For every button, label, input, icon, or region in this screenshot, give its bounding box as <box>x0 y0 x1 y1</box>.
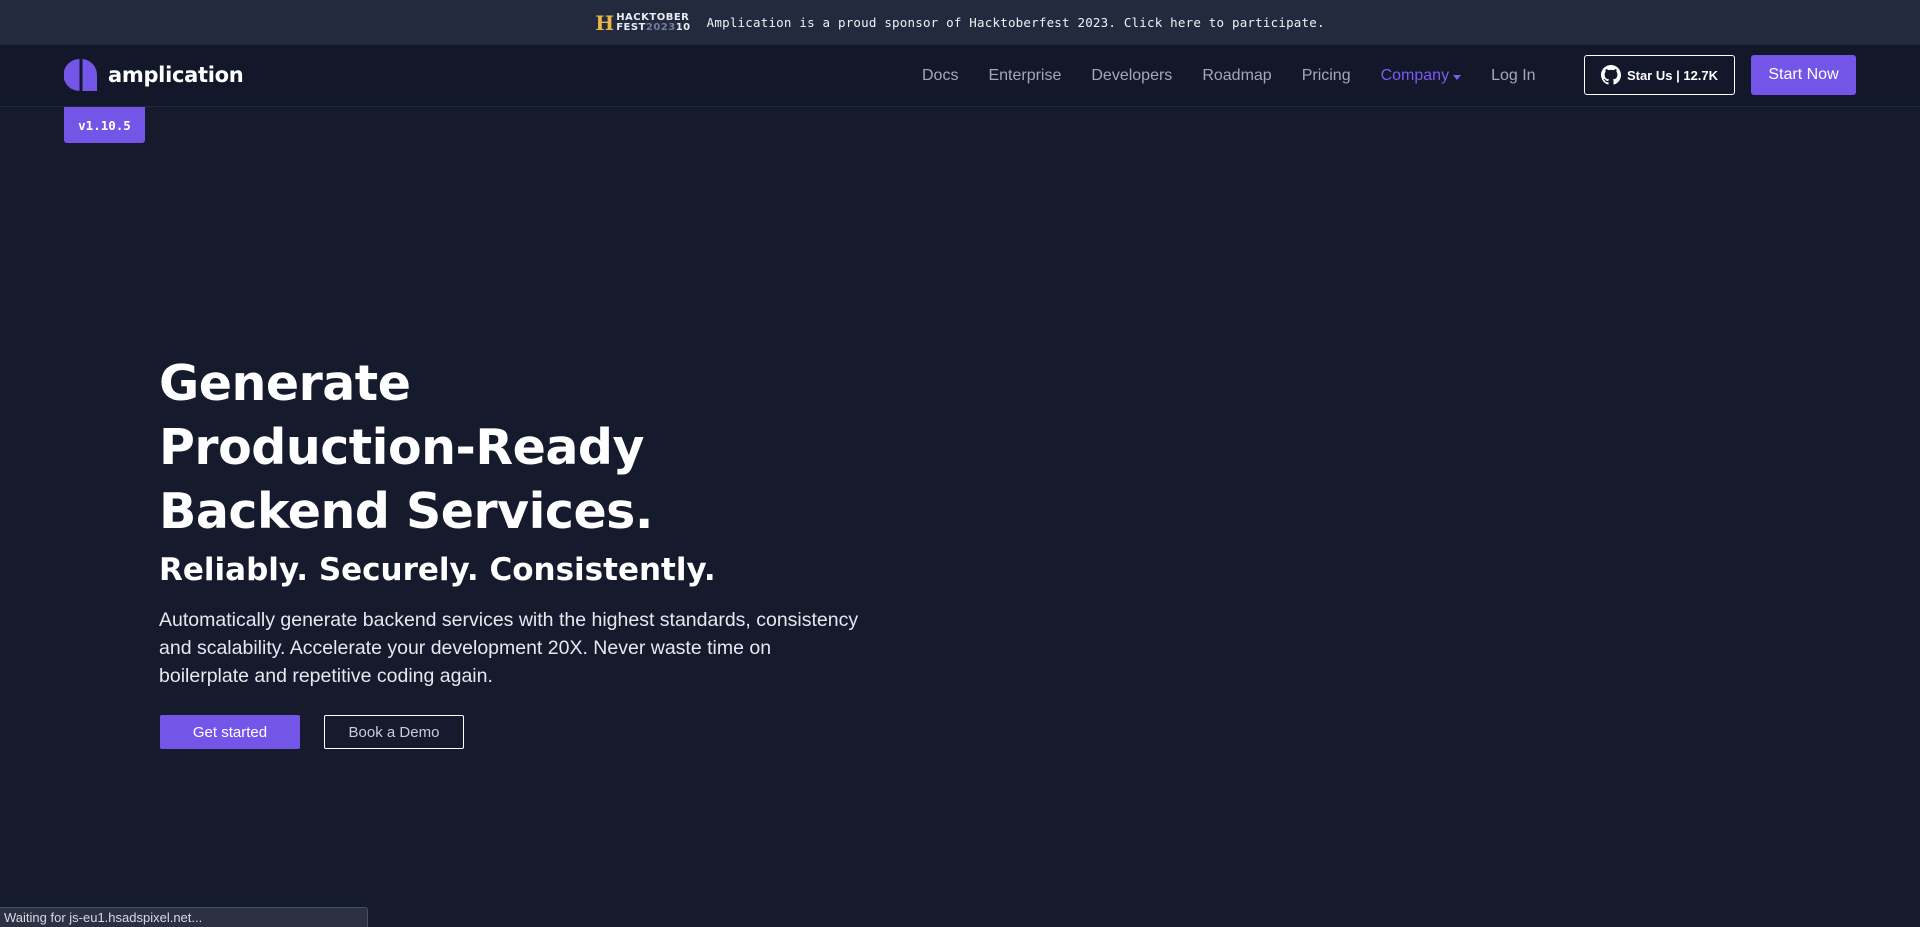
site-header: amplication Docs Enterprise Developers R… <box>0 45 1920 107</box>
brand-name: amplication <box>108 63 244 87</box>
hero-title-line: Backend Services. <box>159 483 653 540</box>
get-started-button[interactable]: Get started <box>160 715 300 749</box>
nav-company-label: Company <box>1380 67 1450 84</box>
book-demo-button[interactable]: Book a Demo <box>324 715 464 749</box>
hero-subtitle: Reliably. Securely. Consistently. <box>159 552 716 588</box>
nav-roadmap[interactable]: Roadmap <box>1202 67 1271 85</box>
github-star-button[interactable]: Star Us | 12.7K <box>1584 55 1735 95</box>
hacktoberfest-mark-icon: H <box>595 10 614 35</box>
nav-company-dropdown[interactable]: Company <box>1380 67 1462 85</box>
nav-pricing[interactable]: Pricing <box>1302 67 1351 85</box>
promo-link[interactable]: Amplication is a proud sponsor of Hackto… <box>707 15 1325 30</box>
hero-title-line: Generate <box>159 355 411 412</box>
amplication-logo-icon <box>64 59 98 91</box>
nav-log-in[interactable]: Log In <box>1491 67 1535 85</box>
hacktoberfest-logo: H HACKTOBER FEST202310 <box>595 10 691 35</box>
hero-description: Automatically generate backend services … <box>159 609 859 687</box>
hero-title-line: Production-Ready <box>159 419 644 476</box>
caret-down-icon <box>1453 74 1462 80</box>
start-now-button[interactable]: Start Now <box>1751 55 1856 95</box>
hacktoberfest-wordmark: HACKTOBER FEST202310 <box>616 11 691 33</box>
promo-banner[interactable]: H HACKTOBER FEST202310 Amplication is a … <box>0 0 1920 45</box>
github-star-label: Star Us | 12.7K <box>1626 67 1719 83</box>
main-nav: Docs Enterprise Developers Roadmap Prici… <box>922 45 1536 107</box>
nav-developers[interactable]: Developers <box>1091 67 1172 85</box>
browser-status-bar: Waiting for js-eu1.hsadspixel.net... <box>0 907 368 927</box>
version-badge: v1.10.5 <box>64 107 145 143</box>
nav-docs[interactable]: Docs <box>922 67 958 85</box>
nav-enterprise[interactable]: Enterprise <box>988 67 1061 85</box>
brand-logo-link[interactable]: amplication <box>64 57 244 93</box>
github-icon <box>1600 65 1621 85</box>
hero-title: Generate Production-Ready Backend Servic… <box>159 352 859 544</box>
